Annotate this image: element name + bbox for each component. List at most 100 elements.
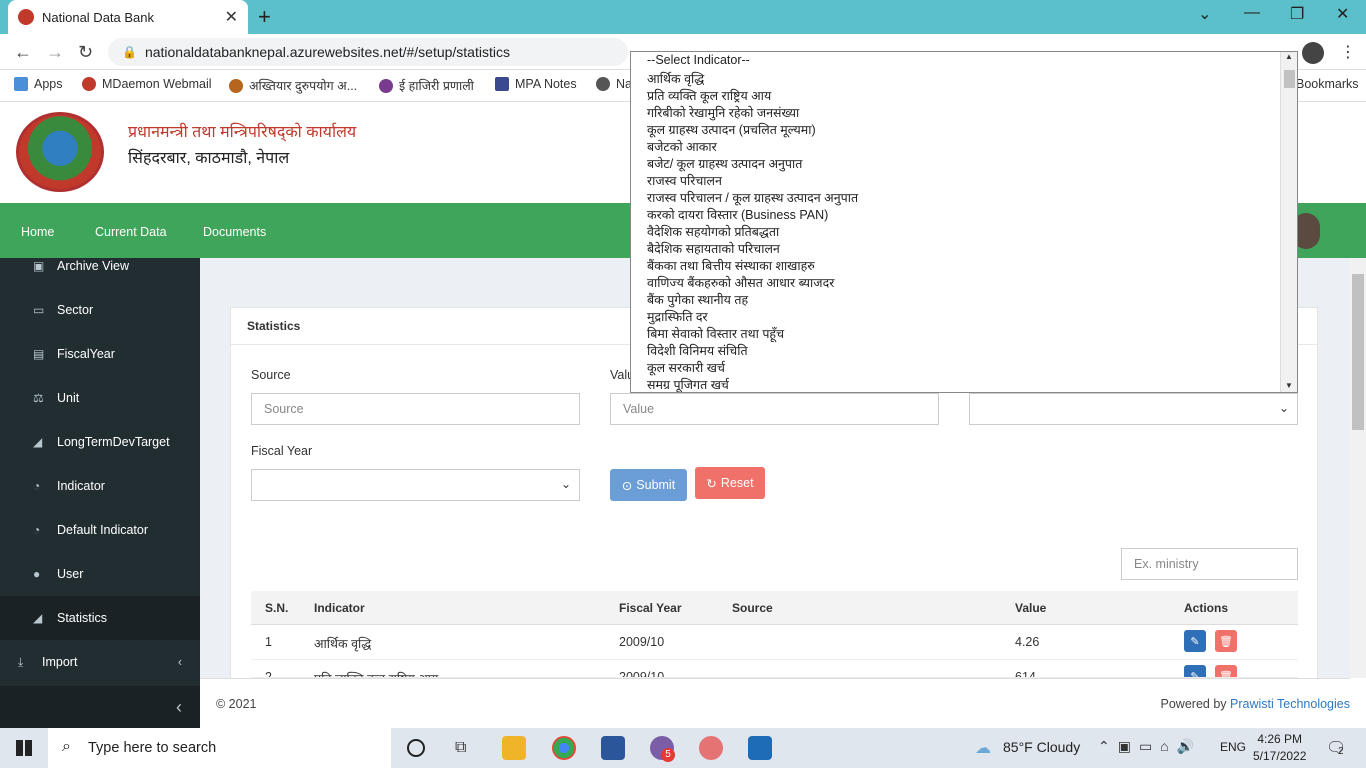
source-input[interactable]: Source [251, 393, 580, 425]
snipping-tool-icon[interactable] [699, 736, 723, 760]
windows-start-icon[interactable] [16, 740, 32, 756]
word-icon[interactable] [601, 736, 625, 760]
nav-current-data[interactable]: Current Data [95, 225, 167, 239]
site-favicon-icon [18, 9, 34, 25]
sidebar-item-statistics[interactable]: ◢ Statistics [0, 596, 200, 640]
nav-documents[interactable]: Documents [203, 225, 266, 239]
language-indicator[interactable]: ENG [1220, 740, 1246, 754]
dropdown-option[interactable]: करको दायरा विस्तार (Business PAN) [647, 206, 828, 223]
scrollbar-thumb[interactable] [1352, 274, 1364, 430]
windows-taskbar: ⌕ Type here to search ⧉ 5 ☁ 85°F Cloudy … [0, 728, 1366, 768]
scroll-down-icon[interactable]: ▼ [1285, 381, 1293, 390]
dropdown-scrollbar[interactable]: ▲ ▼ [1280, 52, 1297, 392]
system-tray-icons[interactable]: ⌃▣▭⌂🔊 [1098, 738, 1202, 755]
bookmark-apps[interactable]: Apps [14, 77, 63, 91]
sidebar-item-sector[interactable]: ▭ Sector [0, 288, 200, 332]
chevron-left-icon: ‹ [177, 655, 182, 669]
cell-indicator: प्रति व्यक्ति कूल राष्ट्रिय आय [314, 670, 438, 677]
submit-button[interactable]: ⊙ Submit [610, 469, 687, 501]
org-name: प्रधानमन्त्री तथा मन्त्रिपरिषद्को कार्या… [128, 124, 357, 141]
taskbar-search[interactable]: ⌕ Type here to search [48, 728, 391, 768]
weather-text[interactable]: 85°F Cloudy [1003, 739, 1080, 755]
dropdown-option[interactable]: बजेट/ कूल ग्राहस्थ उत्पादन अनुपात [647, 155, 802, 172]
sidebar-item-unit[interactable]: ⚖ Unit [0, 376, 200, 420]
dropdown-option[interactable]: बैंकका तथा बित्तीय संस्थाका शाखाहरु [647, 257, 815, 274]
sidebar-item-user[interactable]: ● User [0, 552, 200, 596]
close-tab-icon[interactable]: ✕ [225, 7, 238, 27]
fiscal-year-select[interactable]: ⌄ [251, 469, 580, 501]
dropdown-option[interactable]: राजस्व परिचालन / कूल ग्राहस्थ उत्पादन अन… [647, 189, 858, 206]
photos-icon[interactable] [748, 736, 772, 760]
bookmark-akhtiyar[interactable]: अख्तियार दुरुपयोग अ... [229, 77, 357, 94]
bookmark-hajiri[interactable]: ई हाजिरी प्रणाली [379, 77, 474, 94]
card-title: Statistics [247, 319, 301, 333]
maximize-button[interactable]: ❐ [1290, 4, 1304, 24]
url-text: nationaldatabanknepal.azurewebsites.net/… [144, 44, 510, 60]
cell-value: 614 [1015, 670, 1036, 678]
task-view-icon[interactable]: ⧉ [455, 739, 466, 757]
dropdown-option[interactable]: गरिबीको रेखामुनि रहेको जनसंख्या [647, 104, 799, 121]
dropdown-option[interactable]: बिमा सेवाको विस्तार तथा पहूँच [647, 325, 784, 342]
dropdown-option[interactable]: प्रति व्यक्ति कूल राष्ट्रिय आय [647, 87, 771, 104]
dropdown-option[interactable]: मुद्रास्फिति दर [647, 308, 708, 325]
nav-home[interactable]: Home [21, 225, 54, 239]
dropdown-option[interactable]: समग्र पूजिगत खर्च [647, 376, 729, 392]
dropdown-placeholder-option[interactable]: --Select Indicator-- [647, 53, 750, 67]
minimize-button[interactable]: — [1244, 4, 1260, 22]
sidebar-item-indicator[interactable]: ◔ Indicator [0, 464, 200, 508]
indicator-select[interactable]: ⌄ [969, 393, 1298, 425]
reset-button[interactable]: ↻ Reset [695, 467, 765, 499]
dropdown-option[interactable]: आर्थिक वृद्धि [647, 70, 704, 87]
url-field[interactable]: 🔒 nationaldatabanknepal.azurewebsites.ne… [108, 38, 628, 66]
trash-icon[interactable]: 🗑 [1215, 665, 1237, 677]
indicator-dropdown-list[interactable]: --Select Indicator-- आर्थिक वृद्धि प्रति व… [630, 51, 1298, 393]
edit-icon[interactable]: ✎ [1184, 630, 1206, 652]
dropdown-option[interactable]: कूल ग्राहस्थ उत्पादन (प्रचलित मूल्यमा) [647, 121, 816, 138]
clock[interactable]: 4:26 PM 5/17/2022 [1253, 731, 1306, 765]
sidebar-item-default-indicator[interactable]: ◔ Default Indicator [0, 508, 200, 552]
filter-input[interactable]: Ex. ministry [1121, 548, 1298, 580]
value-input[interactable]: Value [610, 393, 939, 425]
dropdown-option[interactable]: कूल सरकारी खर्च [647, 359, 725, 376]
dropdown-option[interactable]: वाणिज्य बैंकहरुको औसत आधार ब्याजदर [647, 274, 834, 291]
bookmark-na[interactable]: Na [596, 77, 632, 91]
bookmark-mdaemon[interactable]: MDaemon Webmail [82, 77, 212, 91]
chrome-icon[interactable] [552, 736, 576, 760]
dropdown-option[interactable]: वैदेशिक सहयोगको प्रतिबद्धता [647, 223, 779, 240]
dropdown-option[interactable]: बैंक पुगेका स्थानीय तह [647, 291, 748, 308]
scroll-up-icon[interactable]: ▲ [1285, 52, 1293, 61]
chrome-menu-icon[interactable]: ⋮ [1340, 42, 1356, 62]
forward-icon[interactable]: → [46, 42, 64, 63]
copyright: © 2021 [216, 697, 257, 711]
edit-icon[interactable]: ✎ [1184, 665, 1206, 677]
column-header: Fiscal Year [619, 601, 682, 615]
dropdown-option[interactable]: बैदेशिक सहायताको परिचालन [647, 240, 780, 257]
cortana-icon[interactable] [407, 739, 425, 757]
file-explorer-icon[interactable] [502, 736, 526, 760]
scrollbar-thumb[interactable] [1284, 70, 1295, 88]
dropdown-option[interactable]: बजेटको आकार [647, 138, 717, 155]
dropdown-option[interactable]: राजस्व परिचालन [647, 172, 722, 189]
sidebar-item-longtermdevtarget[interactable]: ◢ LongTermDevTarget [0, 420, 200, 464]
weather-icon: ☁ [975, 740, 991, 757]
sidebar-item-archive-view[interactable]: ▣ Archive View [0, 244, 200, 288]
new-tab-button[interactable]: + [258, 4, 271, 30]
sidebar-item-import[interactable]: ⤓ Import ‹ [0, 640, 200, 684]
bookmark-mpa-notes[interactable]: MPA Notes [495, 77, 577, 91]
page-scrollbar[interactable] [1350, 258, 1366, 678]
bookmark-label: MDaemon Webmail [102, 77, 212, 91]
reload-icon[interactable]: ↻ [78, 42, 93, 63]
profile-avatar-icon[interactable] [1302, 42, 1324, 64]
sidebar-item-label: Default Indicator [57, 523, 149, 537]
dropdown-option[interactable]: विदेशी विनिमय संचिति [647, 342, 748, 359]
sidebar-item-label: Statistics [57, 611, 108, 625]
browser-tab[interactable]: National Data Bank ✕ [8, 0, 248, 34]
trash-icon[interactable]: 🗑 [1215, 630, 1237, 652]
back-icon[interactable]: ← [14, 42, 32, 63]
bookmark-other[interactable]: Bookmarks [1296, 77, 1359, 91]
tab-search-icon[interactable]: ⌄ [1198, 4, 1211, 24]
close-window-button[interactable]: ✕ [1336, 4, 1349, 24]
sidebar-collapse-toggle[interactable]: ‹ [0, 686, 200, 728]
company-link[interactable]: Prawisti Technologies [1230, 697, 1350, 711]
sidebar-item-fiscalyear[interactable]: ▤ FiscalYear [0, 332, 200, 376]
